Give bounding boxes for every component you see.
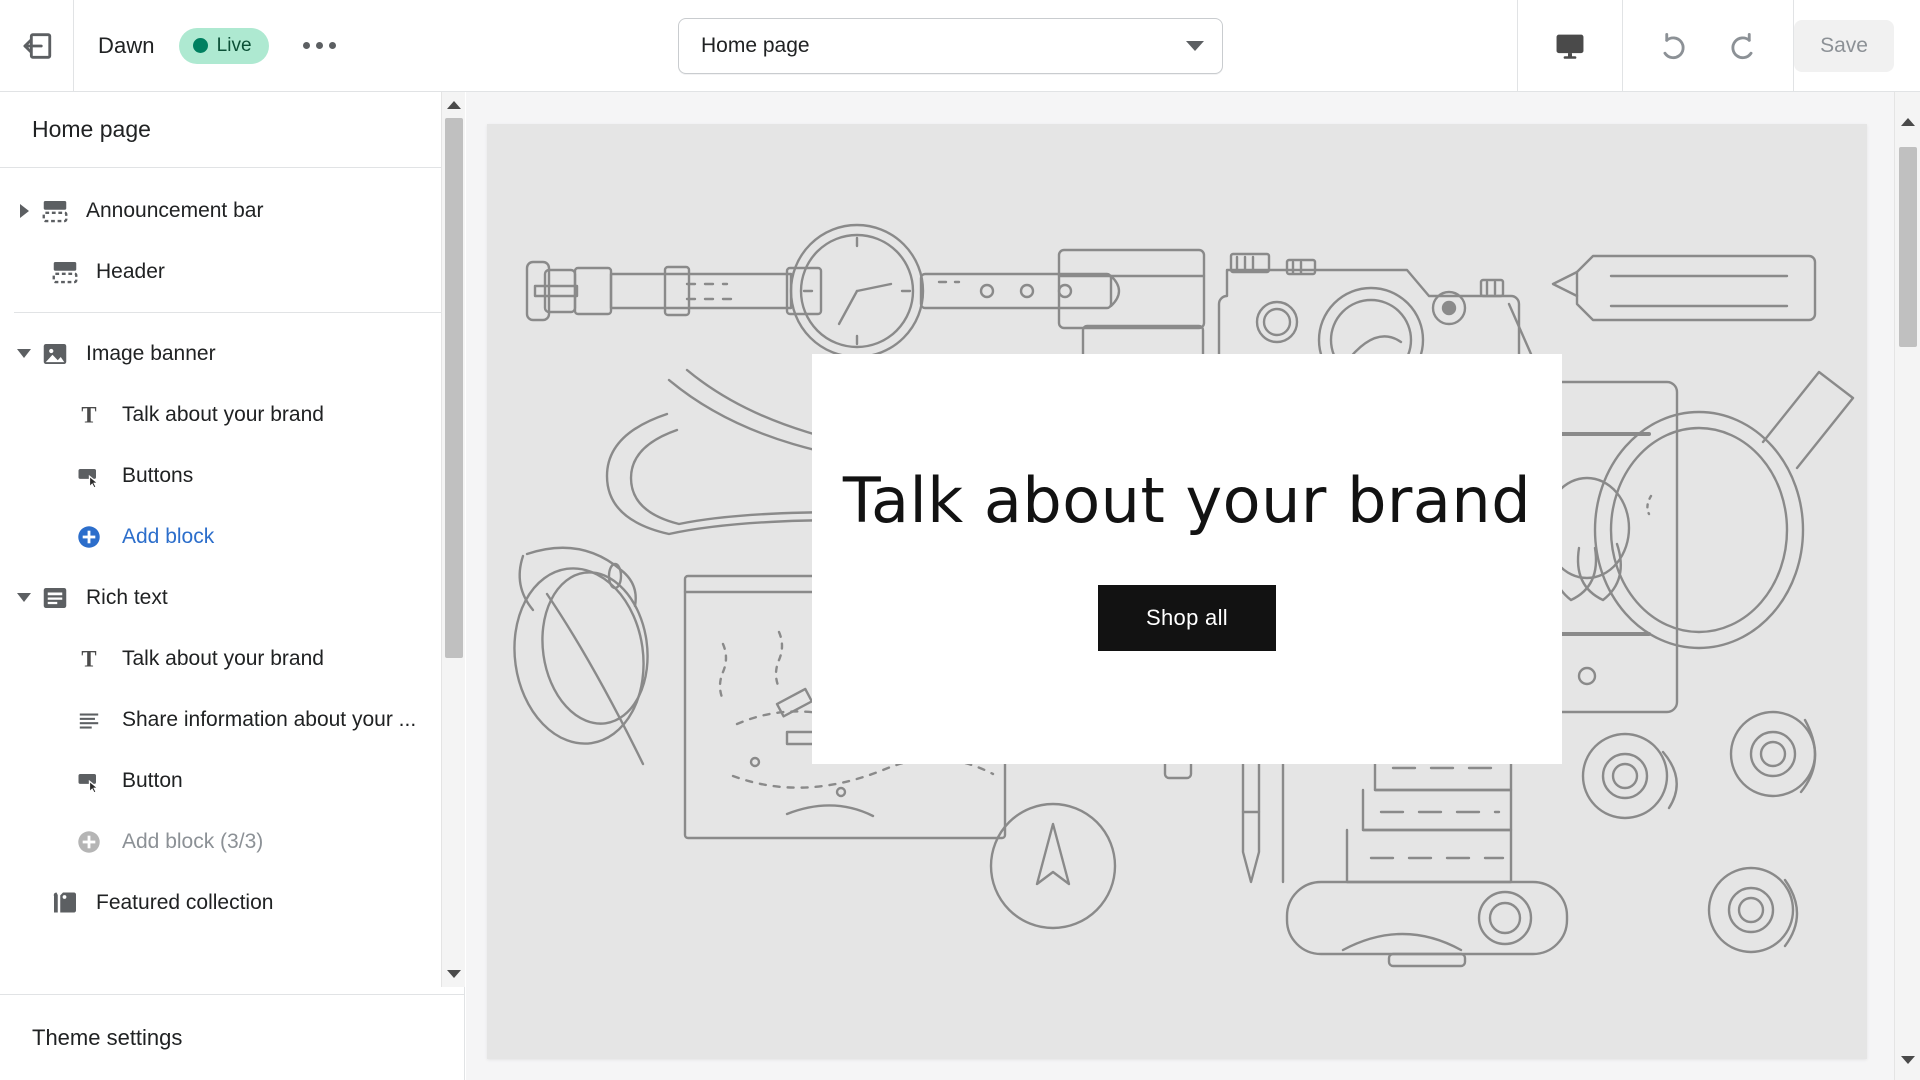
status-badge: Live bbox=[178, 27, 269, 64]
sidebar-add-block-label: Add block (3/3) bbox=[122, 829, 264, 853]
theme-settings-label: Theme settings bbox=[32, 1024, 183, 1050]
tape-reels-illustration bbox=[1581, 710, 1817, 954]
live-status-dot-icon bbox=[192, 38, 208, 53]
sidebar-item-header[interactable]: Header bbox=[0, 241, 464, 302]
sidebar-item-featured-collection[interactable]: Featured collection bbox=[0, 872, 464, 933]
sections-sidebar: Home page Announcement bar Header Image … bbox=[0, 92, 465, 1080]
chevron-down-icon bbox=[1186, 41, 1204, 51]
device-preview-group bbox=[1517, 0, 1622, 92]
sidebar-block-label: Talk about your brand bbox=[122, 402, 324, 426]
button-block-icon bbox=[72, 459, 106, 493]
ellipsis-dot-icon bbox=[315, 42, 323, 49]
page-selector[interactable]: Home page bbox=[678, 18, 1223, 74]
sidebar-item-label: Rich text bbox=[86, 585, 168, 609]
sidebar-block-heading-rich[interactable]: T Talk about your brand bbox=[0, 628, 464, 689]
add-circle-icon bbox=[72, 825, 106, 859]
disclosure-collapsed-icon[interactable] bbox=[10, 197, 38, 225]
sidebar-block-label: Share information about your ... bbox=[122, 707, 417, 731]
sidebar-block-label: Buttons bbox=[122, 463, 194, 487]
theme-meta-group: Dawn Live bbox=[74, 27, 346, 64]
preview-scrollbar-thumb[interactable] bbox=[1899, 147, 1917, 347]
theme-name: Dawn bbox=[98, 32, 155, 58]
sidebar-block-button[interactable]: Button bbox=[0, 750, 464, 811]
sunglasses-illustration bbox=[513, 546, 649, 766]
sidebar-add-block-banner[interactable]: Add block bbox=[0, 506, 464, 567]
sidebar-item-label: Image banner bbox=[86, 341, 216, 365]
sidebar-divider bbox=[14, 312, 450, 313]
status-badge-label: Live bbox=[216, 34, 252, 56]
history-group bbox=[1622, 0, 1793, 92]
theme-preview-area: Talk about your brand Shop all bbox=[466, 92, 1920, 1080]
sidebar-block-label: Button bbox=[122, 768, 183, 792]
sidebar-item-label: Featured collection bbox=[96, 890, 274, 914]
sidebar-page-title: Home page bbox=[0, 92, 464, 168]
sidebar-block-heading-banner[interactable]: T Talk about your brand bbox=[0, 384, 464, 445]
header-section-icon bbox=[48, 255, 82, 289]
exit-icon bbox=[23, 32, 51, 59]
image-banner-icon bbox=[38, 337, 72, 371]
notebook-illustration bbox=[1057, 248, 1206, 372]
disclosure-expanded-icon[interactable] bbox=[10, 584, 38, 612]
sidebar-scrollbar-thumb[interactable] bbox=[445, 118, 463, 658]
paragraph-block-icon bbox=[72, 703, 106, 737]
watch-illustration bbox=[525, 223, 1121, 359]
ellipsis-dot-icon bbox=[302, 42, 310, 49]
undo-arrow-icon bbox=[1663, 33, 1685, 60]
redo-arrow-icon bbox=[1731, 33, 1753, 60]
button-block-icon bbox=[72, 764, 106, 798]
ellipsis-dot-icon bbox=[328, 42, 336, 49]
scroll-up-icon[interactable] bbox=[447, 101, 461, 109]
hero-heading: Talk about your brand bbox=[842, 463, 1532, 537]
shop-all-button[interactable]: Shop all bbox=[1098, 585, 1276, 652]
sidebar-add-block-rich-text: Add block (3/3) bbox=[0, 811, 464, 872]
more-actions-button[interactable] bbox=[293, 30, 346, 61]
redo-button[interactable] bbox=[1715, 20, 1767, 72]
save-button[interactable]: Save bbox=[1794, 20, 1894, 72]
text-block-icon: T bbox=[72, 398, 106, 432]
sidebar-item-announcement-bar[interactable]: Announcement bar bbox=[0, 180, 464, 241]
collection-tag-icon bbox=[48, 886, 82, 920]
sidebar-scrollbar[interactable] bbox=[441, 92, 465, 987]
sidebar-item-label: Header bbox=[96, 259, 165, 283]
top-toolbar: Dawn Live Home page Save bbox=[0, 0, 1920, 92]
rich-text-icon bbox=[38, 581, 72, 615]
exit-editor-button[interactable] bbox=[0, 0, 74, 92]
svg-text:T: T bbox=[81, 646, 96, 671]
scroll-down-icon[interactable] bbox=[1901, 1056, 1915, 1064]
preview-canvas[interactable]: Talk about your brand Shop all bbox=[487, 124, 1867, 1059]
sidebar-tree: Announcement bar Header Image banner T T… bbox=[0, 168, 464, 994]
text-block-icon: T bbox=[72, 642, 106, 676]
magnifier-illustration bbox=[1593, 370, 1855, 650]
disclosure-expanded-icon[interactable] bbox=[10, 340, 38, 368]
desktop-preview-button[interactable] bbox=[1544, 20, 1596, 72]
announcement-bar-icon bbox=[38, 194, 72, 228]
sidebar-item-rich-text[interactable]: Rich text bbox=[0, 567, 464, 628]
page-selector-wrapper: Home page bbox=[678, 18, 1223, 74]
sidebar-item-image-banner[interactable]: Image banner bbox=[0, 323, 464, 384]
sidebar-block-paragraph[interactable]: Share information about your ... bbox=[0, 689, 464, 750]
scroll-down-icon[interactable] bbox=[447, 970, 461, 978]
theme-settings-button[interactable]: Theme settings bbox=[0, 994, 464, 1080]
sidebar-block-buttons[interactable]: Buttons bbox=[0, 445, 464, 506]
sidebar-item-label: Announcement bar bbox=[86, 198, 264, 222]
preview-scrollbar[interactable] bbox=[1894, 92, 1920, 1080]
undo-button[interactable] bbox=[1649, 20, 1701, 72]
desktop-monitor-icon bbox=[1556, 34, 1584, 59]
svg-text:T: T bbox=[81, 402, 96, 427]
page-selector-value: Home page bbox=[701, 34, 810, 57]
top-toolbar-right: Save bbox=[1517, 0, 1920, 92]
save-group: Save bbox=[1793, 0, 1920, 92]
scroll-up-icon[interactable] bbox=[1901, 118, 1915, 126]
compass-illustration bbox=[989, 802, 1117, 930]
add-circle-icon bbox=[72, 520, 106, 554]
hero-banner-card: Talk about your brand Shop all bbox=[812, 354, 1562, 764]
pencil-illustration bbox=[1551, 254, 1817, 322]
sidebar-add-block-label: Add block bbox=[122, 524, 215, 548]
sidebar-block-label: Talk about your brand bbox=[122, 646, 324, 670]
